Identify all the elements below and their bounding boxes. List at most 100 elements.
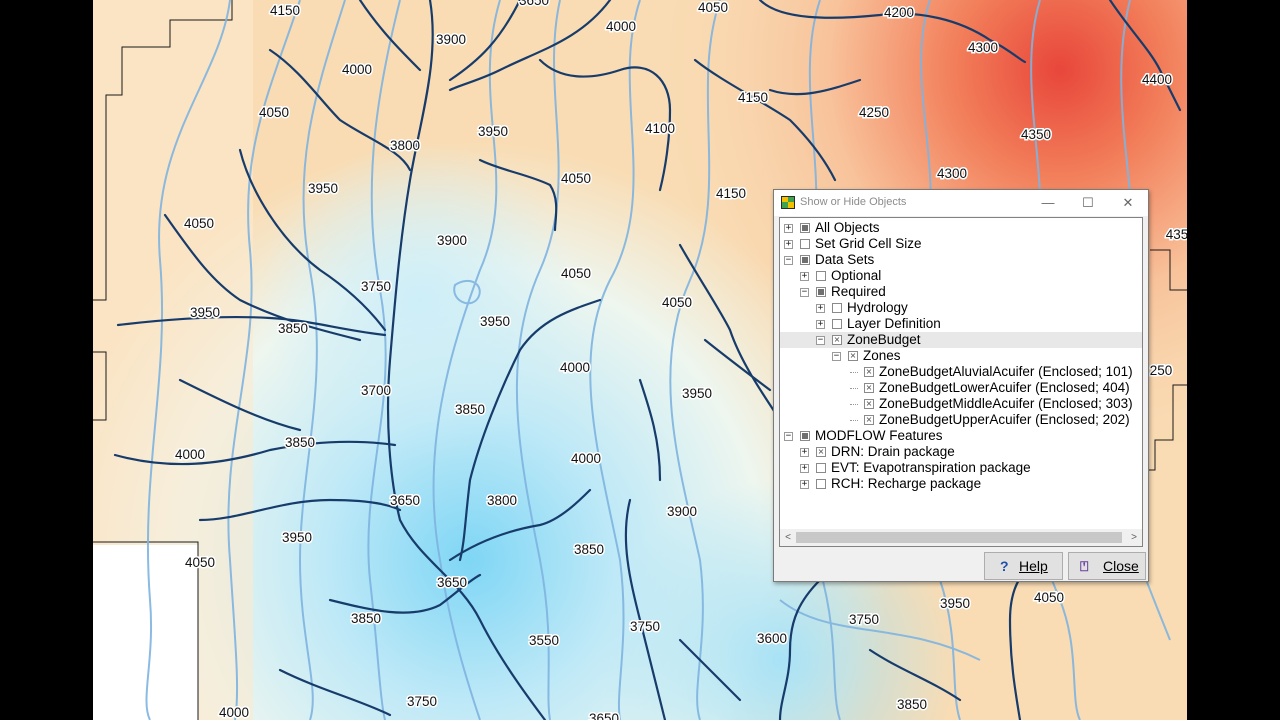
collapse-icon[interactable]: − xyxy=(800,288,809,297)
contour-label: 4050 xyxy=(662,295,692,310)
collapse-icon[interactable]: − xyxy=(816,336,825,345)
object-tree[interactable]: + All Objects + Set Grid Cell Size − Data Set… xyxy=(779,217,1143,547)
tree-item[interactable]: × ZoneBudgetMiddleAcuifer (Enclosed; 303) xyxy=(780,396,1142,412)
tree-item-label: ZoneBudgetLowerAcuifer (Enclosed; 404) xyxy=(879,380,1130,395)
contour-label: 3650 xyxy=(437,575,467,590)
visibility-checkbox[interactable] xyxy=(816,271,826,281)
visibility-checkbox[interactable] xyxy=(800,255,810,265)
tree-item[interactable]: + Optional xyxy=(780,268,1142,284)
close-button-label: Close xyxy=(1103,558,1139,574)
collapse-icon[interactable]: − xyxy=(784,432,793,441)
scroll-left-button[interactable]: < xyxy=(780,529,796,546)
contour-label: 3800 xyxy=(487,493,517,508)
contour-label: 4200 xyxy=(884,5,914,20)
expand-icon[interactable]: + xyxy=(800,464,809,473)
contour-label: 3850 xyxy=(285,435,315,450)
tree-item-label: Zones xyxy=(863,348,901,363)
horizontal-scrollbar[interactable]: < > xyxy=(780,529,1142,546)
expand-icon[interactable]: + xyxy=(816,320,825,329)
contour-label: 3800 xyxy=(390,138,420,153)
dialog-titlebar[interactable]: Show or Hide Objects — ☐ ✕ xyxy=(774,190,1148,216)
tree-item[interactable]: + Set Grid Cell Size xyxy=(780,236,1142,252)
contour-label: 4150 xyxy=(270,3,300,18)
tree-connector xyxy=(850,372,858,373)
contour-label: 3750 xyxy=(407,694,437,709)
collapse-icon[interactable]: − xyxy=(784,256,793,265)
dialog-title: Show or Hide Objects xyxy=(800,196,907,208)
visibility-checkbox[interactable]: × xyxy=(848,351,858,361)
tree-item[interactable]: × ZoneBudgetLowerAcuifer (Enclosed; 404) xyxy=(780,380,1142,396)
tree-connector xyxy=(850,420,858,421)
tree-item-label: Data Sets xyxy=(815,252,875,267)
visibility-checkbox[interactable] xyxy=(800,239,810,249)
visibility-checkbox[interactable]: × xyxy=(864,383,874,393)
visibility-checkbox[interactable] xyxy=(816,287,826,297)
contour-label: 3850 xyxy=(574,542,604,557)
visibility-checkbox[interactable] xyxy=(800,223,810,233)
tree-item-label: Hydrology xyxy=(847,300,908,315)
contour-label: 3650 xyxy=(589,711,619,720)
scroll-right-button[interactable]: > xyxy=(1126,529,1142,546)
tree-item[interactable]: − MODFLOW Features xyxy=(780,428,1142,444)
contour-label: 3950 xyxy=(682,386,712,401)
expand-icon[interactable]: + xyxy=(800,480,809,489)
maximize-button[interactable]: ☐ xyxy=(1068,190,1108,216)
visibility-checkbox[interactable]: × xyxy=(864,399,874,409)
expand-icon[interactable]: + xyxy=(784,224,793,233)
tree-item[interactable]: + EVT: Evapotranspiration package xyxy=(780,460,1142,476)
contour-label: 3950 xyxy=(190,305,220,320)
tree-item-label: DRN: Drain package xyxy=(831,444,955,459)
tree-item-label: Layer Definition xyxy=(847,316,941,331)
tree-item-label: Optional xyxy=(831,268,882,283)
contour-label: 435 xyxy=(1166,227,1187,242)
visibility-checkbox[interactable] xyxy=(816,479,826,489)
contour-label: 4000 xyxy=(342,62,372,77)
expand-icon[interactable]: + xyxy=(816,304,825,313)
tree-item-label: EVT: Evapotranspiration package xyxy=(831,460,1031,475)
tree-item[interactable]: + Layer Definition xyxy=(780,316,1142,332)
contour-label: 4050 xyxy=(259,105,289,120)
tree-item-label: ZoneBudget xyxy=(847,332,921,347)
tree-item[interactable]: − × ZoneBudget xyxy=(780,332,1142,348)
contour-label: 4000 xyxy=(219,705,249,720)
visibility-checkbox[interactable]: × xyxy=(816,447,826,457)
visibility-checkbox[interactable] xyxy=(832,303,842,313)
contour-label: 4350 xyxy=(1021,127,1051,142)
tree-item-label: Set Grid Cell Size xyxy=(815,236,922,251)
contour-label: 4150 xyxy=(716,186,746,201)
tree-item[interactable]: + RCH: Recharge package xyxy=(780,476,1142,492)
visibility-checkbox[interactable] xyxy=(816,463,826,473)
tree-item[interactable]: − Data Sets xyxy=(780,252,1142,268)
visibility-checkbox[interactable] xyxy=(800,431,810,441)
tree-item[interactable]: × ZoneBudgetUpperAcuifer (Enclosed; 202) xyxy=(780,412,1142,428)
visibility-checkbox[interactable]: × xyxy=(832,335,842,345)
tree-item[interactable]: × ZoneBudgetAluvialAcuifer (Enclosed; 101… xyxy=(780,364,1142,380)
contour-label: 4050 xyxy=(561,266,591,281)
contour-label: 4250 xyxy=(859,105,889,120)
tree-item[interactable]: − × Zones xyxy=(780,348,1142,364)
expand-icon[interactable]: + xyxy=(800,448,809,457)
collapse-icon[interactable]: − xyxy=(832,352,841,361)
tree-item[interactable]: + Hydrology xyxy=(780,300,1142,316)
contour-label: 3900 xyxy=(667,504,697,519)
visibility-checkbox[interactable] xyxy=(832,319,842,329)
contour-label: 3950 xyxy=(940,596,970,611)
expand-icon[interactable]: + xyxy=(784,240,793,249)
help-button[interactable]: ? Help xyxy=(984,552,1063,580)
tree-item-label: Required xyxy=(831,284,886,299)
tree-item[interactable]: + All Objects xyxy=(780,220,1142,236)
visibility-checkbox[interactable]: × xyxy=(864,415,874,425)
close-button[interactable]: ⍞ Close xyxy=(1068,552,1146,580)
contour-label: 4050 xyxy=(698,0,728,15)
expand-icon[interactable]: + xyxy=(800,272,809,281)
tree-item-label: All Objects xyxy=(815,220,880,235)
close-window-button[interactable]: ✕ xyxy=(1108,190,1148,216)
tree-item[interactable]: + × DRN: Drain package xyxy=(780,444,1142,460)
visibility-checkbox[interactable]: × xyxy=(864,367,874,377)
contour-label: 4400 xyxy=(1142,72,1172,87)
tree-item[interactable]: − Required xyxy=(780,284,1142,300)
scrollbar-thumb[interactable] xyxy=(796,532,1122,543)
contour-label: 3950 xyxy=(478,124,508,139)
contour-label: 3750 xyxy=(361,279,391,294)
minimize-button[interactable]: — xyxy=(1028,190,1068,216)
